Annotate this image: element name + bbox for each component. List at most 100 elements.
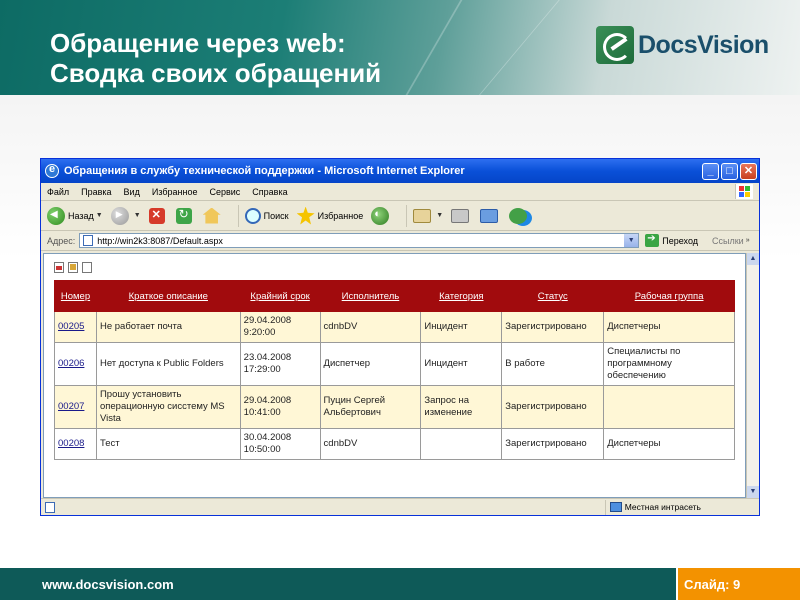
request-link[interactable]: 00207 [58, 401, 84, 412]
stop-button[interactable] [148, 207, 168, 224]
printer-icon [451, 208, 470, 223]
chevron-down-icon[interactable]: ▼ [624, 234, 639, 247]
links-button[interactable]: Ссылки [712, 236, 744, 246]
menu-help[interactable]: Справка [252, 187, 287, 197]
menu-bar: Файл Правка Вид Избранное Сервис Справка [41, 183, 759, 201]
page-icon [83, 235, 94, 246]
home-button[interactable] [202, 207, 224, 224]
go-button[interactable]: Переход [645, 233, 698, 247]
header-status[interactable]: Статус [501, 280, 605, 312]
chevron-down-icon[interactable]: ▼ [134, 212, 141, 219]
slide-number: Слайд: 9 [684, 576, 741, 592]
close-button[interactable]: ✕ [740, 162, 757, 180]
cell-number: 00207 [54, 385, 97, 429]
header-deadline[interactable]: Крайний срок [239, 280, 321, 312]
menu-file[interactable]: Файл [47, 187, 69, 197]
header-category[interactable]: Категория [420, 280, 503, 312]
cell-description: Не работает почта [95, 311, 241, 343]
print-button[interactable] [451, 208, 472, 223]
toolbar-separator [237, 204, 239, 227]
cell-assignee: Пуцин Сергей Альбертович [319, 385, 422, 429]
slide-title: Обращение через web: Сводка своих обраще… [50, 28, 381, 88]
vertical-scrollbar[interactable]: ▲ ▼ [746, 253, 759, 498]
media-icon [371, 206, 390, 225]
chevron-down-icon[interactable]: ▼ [96, 212, 103, 219]
edit-button[interactable] [480, 208, 501, 223]
request-link[interactable]: 00208 [58, 438, 84, 449]
document-icon[interactable] [82, 262, 92, 273]
new-request-icon[interactable] [54, 262, 64, 273]
cell-number: 00205 [54, 311, 97, 343]
header-assignee[interactable]: Исполнитель [319, 280, 422, 312]
zone-label: Местная интрасеть [624, 502, 701, 512]
slide-footer: www.docsvision.com Слайд: 9 [0, 568, 800, 600]
menu-edit[interactable]: Правка [81, 187, 111, 197]
footer-url: www.docsvision.com [42, 576, 174, 592]
browser-toolbar: Назад ▼ ▼ Поиск Избранное [41, 201, 759, 231]
deadline-date: 30.04.2008 [243, 432, 292, 443]
table-row: 00205 Не работает почта 29.04.2008 9:20:0… [54, 311, 735, 343]
cell-description: Прошу установить операционную сисстему M… [95, 385, 241, 429]
header-number[interactable]: Номер [54, 280, 97, 312]
logo-text: DocsVision [638, 30, 769, 59]
cell-deadline: 29.04.2008 10:41:00 [239, 385, 321, 429]
deadline-time: 10:41:00 [243, 407, 281, 418]
security-zone: Местная интрасеть [604, 499, 701, 515]
status-bar: Местная интрасеть [41, 498, 759, 515]
search-button[interactable]: Поиск [244, 207, 289, 224]
menu-favorites[interactable]: Избранное [152, 187, 198, 197]
cell-description: Тест [95, 428, 241, 460]
cell-category: Инцидент [420, 342, 503, 386]
browser-titlebar: Обращения в службу технической поддержки… [41, 159, 759, 183]
chevron-down-icon[interactable]: ▼ [436, 212, 443, 219]
cell-category [420, 428, 503, 460]
deadline-date: 29.04.2008 [243, 395, 292, 406]
header-description[interactable]: Краткое описание [95, 280, 241, 312]
request-link[interactable]: 00205 [58, 321, 84, 332]
browser-window: Обращения в службу технической поддержки… [40, 158, 760, 516]
chevron-double-right-icon[interactable]: » [746, 237, 750, 244]
back-button[interactable]: Назад ▼ [47, 206, 103, 225]
cell-group: Специалисты по программному обеспечению [603, 342, 735, 386]
docsvision-logo: DocsVision [596, 24, 776, 66]
cell-assignee: Диспетчер [319, 342, 422, 386]
table-header-row: Номер Краткое описание Крайний срок Испо… [54, 280, 735, 312]
request-link[interactable]: 00206 [58, 358, 84, 369]
cell-group [603, 385, 735, 429]
favorites-button[interactable]: Избранное [296, 206, 363, 225]
forward-button[interactable]: ▼ [110, 206, 141, 225]
intranet-icon [609, 502, 622, 512]
address-input[interactable]: http://win2k3:8087/Default.aspx ▼ [79, 233, 640, 248]
deadline-date: 23.04.2008 [243, 352, 292, 363]
cell-deadline: 23.04.2008 17:29:00 [239, 342, 321, 386]
cell-number: 00208 [54, 428, 97, 460]
cell-group: Диспетчеры [603, 428, 735, 460]
deadline-time: 9:20:00 [243, 327, 276, 338]
cell-category: Инцидент [420, 311, 503, 343]
scroll-up-icon[interactable]: ▲ [747, 253, 759, 265]
cell-status: Зарегистрировано [501, 428, 605, 460]
page-status-icon [45, 501, 55, 513]
refresh-button[interactable] [175, 207, 195, 224]
refresh-icon [175, 207, 192, 224]
media-button[interactable] [371, 206, 392, 225]
header-group[interactable]: Рабочая группа [603, 280, 735, 312]
cell-group: Диспетчеры [603, 311, 735, 343]
table-row: 00206 Нет доступа к Public Folders 23.04… [54, 342, 735, 386]
slide-header: Обращение через web: Сводка своих обраще… [0, 0, 800, 95]
edit-request-icon[interactable] [68, 262, 78, 273]
messenger-button[interactable] [509, 207, 530, 224]
maximize-button[interactable]: □ [721, 162, 738, 180]
page-content: Номер Краткое описание Крайний срок Испо… [43, 253, 746, 498]
windows-logo-icon [735, 184, 753, 199]
address-url: http://win2k3:8087/Default.aspx [97, 235, 223, 246]
menu-view[interactable]: Вид [124, 187, 140, 197]
menu-tools[interactable]: Сервис [209, 187, 240, 197]
deadline-time: 17:29:00 [243, 364, 281, 375]
cell-deadline: 30.04.2008 10:50:00 [239, 428, 321, 460]
minimize-button[interactable]: _ [702, 162, 719, 180]
go-arrow-icon [645, 233, 660, 247]
cell-status: Зарегистрировано [501, 385, 605, 429]
scroll-down-icon[interactable]: ▼ [747, 486, 759, 498]
mail-button[interactable]: ▼ [413, 208, 443, 223]
